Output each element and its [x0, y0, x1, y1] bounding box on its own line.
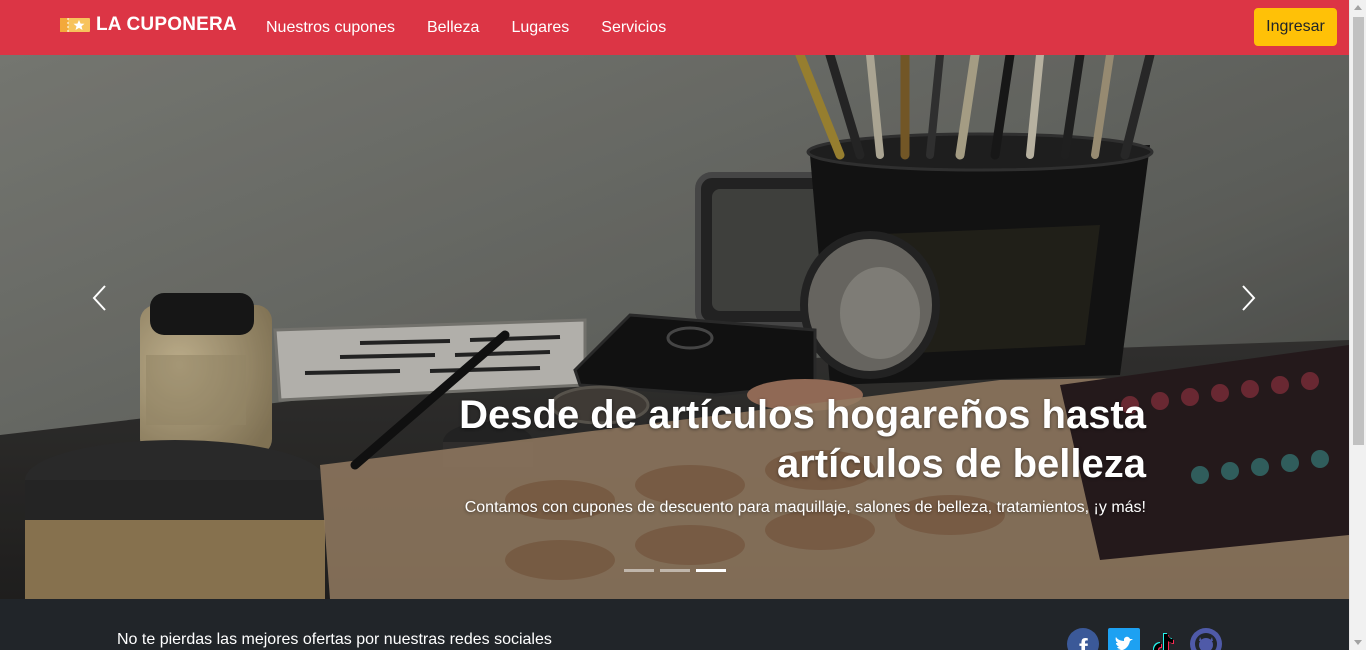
chevron-left-icon	[92, 285, 106, 311]
twitter-icon[interactable]	[1108, 628, 1140, 650]
brand-link[interactable]: LA CUPONERA	[60, 14, 237, 36]
scroll-down-icon[interactable]	[1354, 640, 1362, 645]
nav-links: Nuestros cupones Belleza Lugares Servici…	[250, 0, 682, 55]
nav-link-servicios[interactable]: Servicios	[585, 19, 682, 37]
carousel-title: Desde de artículos hogareños hasta artíc…	[459, 393, 1146, 486]
navbar: LA CUPONERA Nuestros cupones Belleza Lug…	[0, 0, 1349, 55]
hero-carousel: Desde de artículos hogareños hasta artíc…	[0, 55, 1349, 599]
svg-text:f: f	[1079, 633, 1088, 650]
carousel-indicator-3[interactable]	[696, 569, 726, 572]
nav-link-belleza[interactable]: Belleza	[411, 19, 495, 37]
carousel-prev-button[interactable]	[80, 273, 120, 323]
page-scrollbar[interactable]	[1349, 0, 1366, 650]
facebook-icon[interactable]: f	[1067, 628, 1099, 650]
tiktok-icon[interactable]	[1149, 628, 1181, 650]
github-icon[interactable]	[1190, 628, 1222, 650]
login-button[interactable]: Ingresar	[1254, 8, 1337, 46]
nav-link-nuestros-cupones[interactable]: Nuestros cupones	[250, 19, 411, 37]
nav-link-lugares[interactable]: Lugares	[495, 19, 585, 37]
coupon-ticket-icon	[60, 16, 90, 34]
footer: No te pierdas las mejores ofertas por nu…	[0, 599, 1349, 650]
scroll-thumb[interactable]	[1353, 17, 1364, 445]
carousel-indicator-1[interactable]	[624, 569, 654, 572]
footer-social-text: No te pierdas las mejores ofertas por nu…	[117, 631, 552, 648]
scroll-up-icon[interactable]	[1354, 5, 1362, 10]
social-links: f	[1067, 628, 1222, 650]
carousel-indicators	[624, 569, 726, 572]
carousel-subtitle: Contamos con cupones de descuento para m…	[464, 499, 1146, 516]
carousel-indicator-2[interactable]	[660, 569, 690, 572]
carousel-caption: Desde de artículos hogareños hasta artíc…	[386, 391, 1146, 520]
brand-name: LA CUPONERA	[96, 14, 237, 35]
carousel-next-button[interactable]	[1228, 273, 1268, 323]
chevron-right-icon	[1242, 285, 1256, 311]
